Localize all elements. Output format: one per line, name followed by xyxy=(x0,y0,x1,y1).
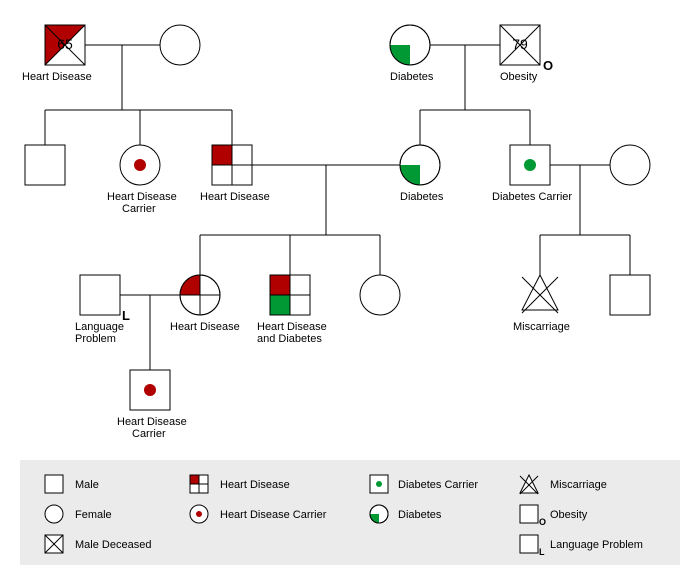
obesity-marker: O xyxy=(543,58,553,73)
person-label: Heart Disease xyxy=(170,321,240,333)
person-g3-m3 xyxy=(610,275,650,315)
svg-text:Heart Disease: Heart Disease xyxy=(220,479,290,491)
person-g1-f2: Diabetes xyxy=(390,25,434,83)
person-g3-m2: Heart Disease and Diabetes xyxy=(257,275,330,345)
person-g1-f1 xyxy=(160,25,200,65)
person-g2-m3: Diabetes Carrier xyxy=(492,145,572,203)
person-g3-f1: Heart Disease xyxy=(170,275,240,333)
person-g2-f1: Heart Disease Carrier xyxy=(107,145,180,215)
person-g2-m2: Heart Disease xyxy=(200,145,270,203)
svg-text:L: L xyxy=(539,547,545,557)
svg-text:Language Problem: Language Problem xyxy=(550,539,643,551)
person-g3-m1: L Language Problem xyxy=(75,275,130,345)
person-label: Miscarriage xyxy=(513,321,570,333)
svg-text:Male Deceased: Male Deceased xyxy=(75,539,151,551)
age-label: 79 xyxy=(512,36,528,52)
person-g2-m1 xyxy=(25,145,65,185)
person-label: Diabetes Carrier xyxy=(492,191,572,203)
person-label: Heart Disease xyxy=(22,71,92,83)
person-label: Heart Disease Carrier xyxy=(117,416,190,440)
svg-text:Female: Female xyxy=(75,509,112,521)
person-g2-f3 xyxy=(610,145,650,185)
person-g1-m1: 65 Heart Disease xyxy=(22,25,92,83)
svg-text:Obesity: Obesity xyxy=(550,509,588,521)
pedigree-diagram: 65 Heart Disease Diabetes 79 O Obesity H… xyxy=(0,0,700,577)
person-g3-f2 xyxy=(360,275,400,315)
svg-text:Miscarriage: Miscarriage xyxy=(550,479,607,491)
person-label: Diabetes xyxy=(390,71,434,83)
person-g2-f2: Diabetes xyxy=(400,145,444,203)
svg-text:Male: Male xyxy=(75,479,99,491)
svg-text:O: O xyxy=(539,517,546,527)
svg-text:Heart Disease Carrier: Heart Disease Carrier xyxy=(220,509,327,521)
age-label: 65 xyxy=(57,36,73,52)
person-g4-m1: Heart Disease Carrier xyxy=(117,370,190,440)
person-g1-m2: 79 O Obesity xyxy=(500,25,553,83)
person-label: Obesity xyxy=(500,71,538,83)
person-label: Heart Disease xyxy=(200,191,270,203)
person-label: Diabetes xyxy=(400,191,444,203)
person-label: Heart Disease and Diabetes xyxy=(257,321,330,345)
svg-text:Diabetes: Diabetes xyxy=(398,509,442,521)
person-label: Language Problem xyxy=(75,321,127,345)
person-label: Heart Disease Carrier xyxy=(107,191,180,215)
person-g3-x1: Miscarriage xyxy=(513,275,570,333)
svg-text:Diabetes Carrier: Diabetes Carrier xyxy=(398,479,478,491)
